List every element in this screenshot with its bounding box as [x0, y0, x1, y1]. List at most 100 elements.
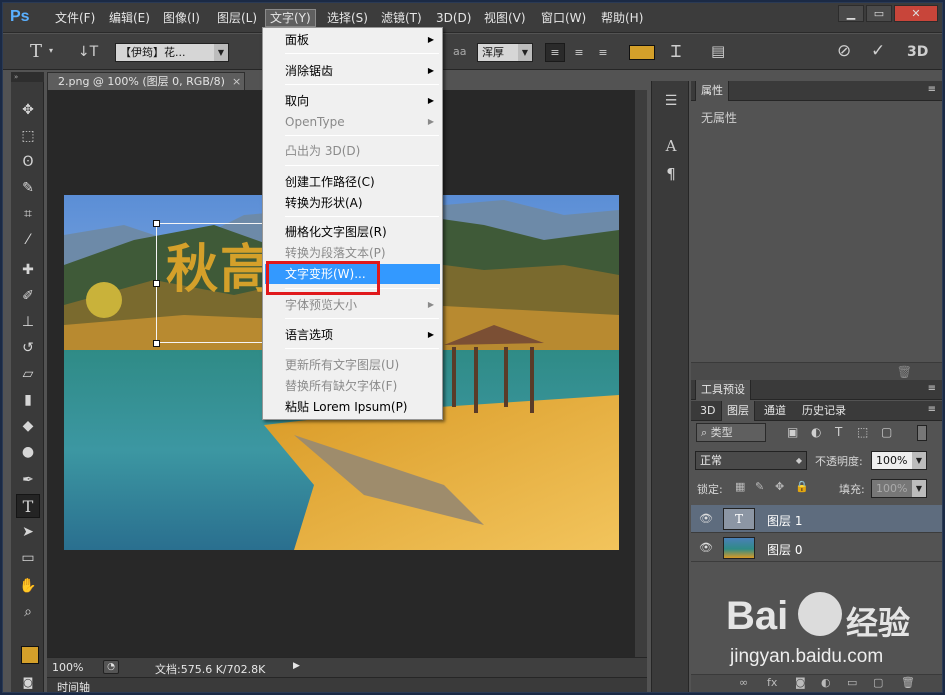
new-layer-icon[interactable]: ▢ [873, 676, 883, 689]
menu-item-font-preview-size[interactable]: 字体预览大小 ▶ [265, 295, 440, 315]
trash-icon[interactable]: 🗑 [901, 676, 915, 689]
menu-item-antialias[interactable]: 消除锯齿 ▶ [265, 61, 440, 81]
panel-menu-icon[interactable]: ≡ [928, 84, 936, 95]
rectangle-tool-icon[interactable]: ▭ [16, 546, 40, 570]
layer-name[interactable]: 图层 0 [767, 541, 802, 558]
zoom-tool-icon[interactable]: ⌕ [16, 600, 40, 624]
healing-brush-icon[interactable]: ✚ [16, 258, 40, 282]
menu-item-update-all-text[interactable]: 更新所有文字图层(U) [265, 355, 440, 375]
layer-row[interactable]: 👁 图层 0 [691, 534, 942, 562]
properties-icon[interactable]: ☰ [660, 93, 682, 115]
antialias-select[interactable]: 浑厚 ▼ [477, 43, 533, 62]
minimize-button[interactable]: ▁ [838, 5, 864, 22]
menu-item-opentype[interactable]: OpenType ▶ [265, 112, 440, 132]
warp-text-icon[interactable]: Ꮖ [671, 42, 682, 62]
menu-item-paste-lorem-ipsum[interactable]: 粘贴 Lorem Ipsum(P) [265, 397, 440, 417]
document-tab[interactable]: 2.png @ 100% (图层 0, RGB/8) × [47, 72, 245, 90]
eraser-tool-icon[interactable]: ▱ [16, 362, 40, 386]
layer-filter-select[interactable]: ⌕ 类型 [696, 423, 766, 442]
menu-item-extrude-3d[interactable]: 凸出为 3D(D) [265, 141, 440, 161]
fill-input[interactable]: 100% ▼ [871, 479, 927, 498]
brush-tool-icon[interactable]: ✐ [16, 284, 40, 308]
blend-mode-select[interactable]: 正常 ◆ [695, 451, 807, 470]
lock-transparency-icon[interactable]: ▦ [735, 480, 745, 493]
foreground-color-swatch[interactable] [21, 646, 39, 664]
quick-select-tool-icon[interactable]: ✎ [16, 176, 40, 200]
menu-type[interactable]: 文字(Y) [265, 9, 316, 27]
menu-item-rasterize-type[interactable]: 栅格化文字图层(R) [265, 222, 440, 242]
filter-type-icon[interactable]: T [835, 425, 842, 439]
menu-edit[interactable]: 编辑(E) [105, 9, 154, 27]
eyedropper-tool-icon[interactable]: ⁄ [16, 228, 40, 252]
timeline-label[interactable]: 时间轴 [57, 679, 90, 692]
dodge-tool-icon[interactable]: ● [16, 440, 40, 464]
lock-paint-icon[interactable]: ✎ [755, 480, 764, 493]
menu-item-language-options[interactable]: 语言选项 ▶ [265, 325, 440, 345]
filter-pixel-icon[interactable]: ▣ [787, 425, 798, 439]
close-tab-icon[interactable]: × [232, 73, 241, 90]
lock-move-icon[interactable]: ✥ [775, 480, 784, 493]
menu-item-panels[interactable]: 面板 ▶ [265, 30, 440, 50]
properties-tab[interactable]: 属性 [695, 81, 729, 101]
link-icon[interactable]: ∞ [739, 676, 748, 689]
toggle-orientation-icon[interactable]: ↓T [77, 41, 99, 63]
collapse-icon[interactable]: » [11, 72, 44, 82]
align-left-icon[interactable]: ≡ [545, 43, 565, 62]
canvas-scrollbar[interactable] [635, 90, 647, 657]
menu-item-replace-missing-fonts[interactable]: 替换所有缺欠字体(F) [265, 376, 440, 396]
3d-button[interactable]: 3D [907, 41, 928, 63]
tab-history[interactable]: 历史记录 [797, 401, 851, 421]
hand-tool-icon[interactable]: ✋ [16, 574, 40, 598]
tool-preset-chevron-icon[interactable]: ▾ [49, 46, 53, 55]
menu-view[interactable]: 视图(V) [480, 9, 530, 27]
path-select-icon[interactable]: ➤ [16, 520, 40, 544]
menu-select[interactable]: 选择(S) [323, 9, 372, 27]
status-arrow-icon[interactable]: ▶ [293, 661, 300, 671]
mask-icon[interactable]: ◙ [795, 676, 806, 689]
transform-handle[interactable] [153, 220, 160, 227]
type-tool-icon[interactable]: T [16, 494, 40, 518]
type-tool-icon[interactable]: T [25, 41, 47, 63]
commit-check-icon[interactable]: ✓ [871, 41, 885, 61]
canvas-text[interactable]: 秋高 [166, 227, 274, 302]
tab-layers[interactable]: 图层 [721, 401, 755, 421]
gradient-tool-icon[interactable]: ▮ [16, 388, 40, 412]
paragraph-icon[interactable]: ¶ [660, 165, 682, 187]
menu-item-orientation[interactable]: 取向 ▶ [265, 91, 440, 111]
filter-adjust-icon[interactable]: ◐ [811, 425, 821, 439]
text-color-swatch[interactable] [629, 45, 655, 60]
menu-file[interactable]: 文件(F) [51, 9, 99, 27]
align-right-icon[interactable]: ≡ [593, 43, 613, 62]
align-center-icon[interactable]: ≡ [569, 43, 589, 62]
filter-smart-icon[interactable]: ▢ [881, 425, 892, 439]
menu-item-convert-paragraph[interactable]: 转换为段落文本(P) [265, 243, 440, 263]
eye-icon[interactable]: 👁 [699, 541, 713, 554]
status-menu-icon[interactable]: ◔ [103, 660, 119, 674]
tab-3d[interactable]: 3D [695, 401, 720, 421]
layer-row[interactable]: 👁 T 图层 1 [691, 505, 942, 533]
crop-tool-icon[interactable]: ⌗ [16, 202, 40, 226]
zoom-level[interactable]: 100% [52, 661, 83, 674]
tool-presets-tab[interactable]: 工具预设 [695, 380, 751, 400]
history-brush-icon[interactable]: ↺ [16, 336, 40, 360]
filter-toggle[interactable] [917, 425, 927, 441]
panel-menu-icon[interactable]: ≡ [928, 404, 936, 415]
transform-handle[interactable] [153, 340, 160, 347]
tab-channels[interactable]: 通道 [759, 401, 791, 421]
menu-item-convert-to-shape[interactable]: 转换为形状(A) [265, 193, 440, 213]
group-icon[interactable]: ▭ [847, 676, 857, 689]
adjustment-icon[interactable]: ◐ [821, 676, 831, 689]
menu-image[interactable]: 图像(I) [159, 9, 204, 27]
font-family-select[interactable]: 【伊筠】花... ▼ [115, 43, 229, 62]
trash-icon[interactable]: 🗑 [897, 365, 912, 379]
fx-icon[interactable]: fx [767, 676, 777, 689]
menu-item-create-work-path[interactable]: 创建工作路径(C) [265, 172, 440, 192]
restore-button[interactable]: ▭ [866, 5, 892, 22]
opacity-input[interactable]: 100% ▼ [871, 451, 927, 470]
panel-menu-icon[interactable]: ≡ [928, 383, 936, 394]
menu-layer[interactable]: 图层(L) [213, 9, 261, 27]
marquee-tool-icon[interactable]: ⬚ [16, 124, 40, 148]
filter-shape-icon[interactable]: ⬚ [857, 425, 868, 439]
menu-3d[interactable]: 3D(D) [432, 9, 475, 27]
menu-help[interactable]: 帮助(H) [597, 9, 647, 27]
